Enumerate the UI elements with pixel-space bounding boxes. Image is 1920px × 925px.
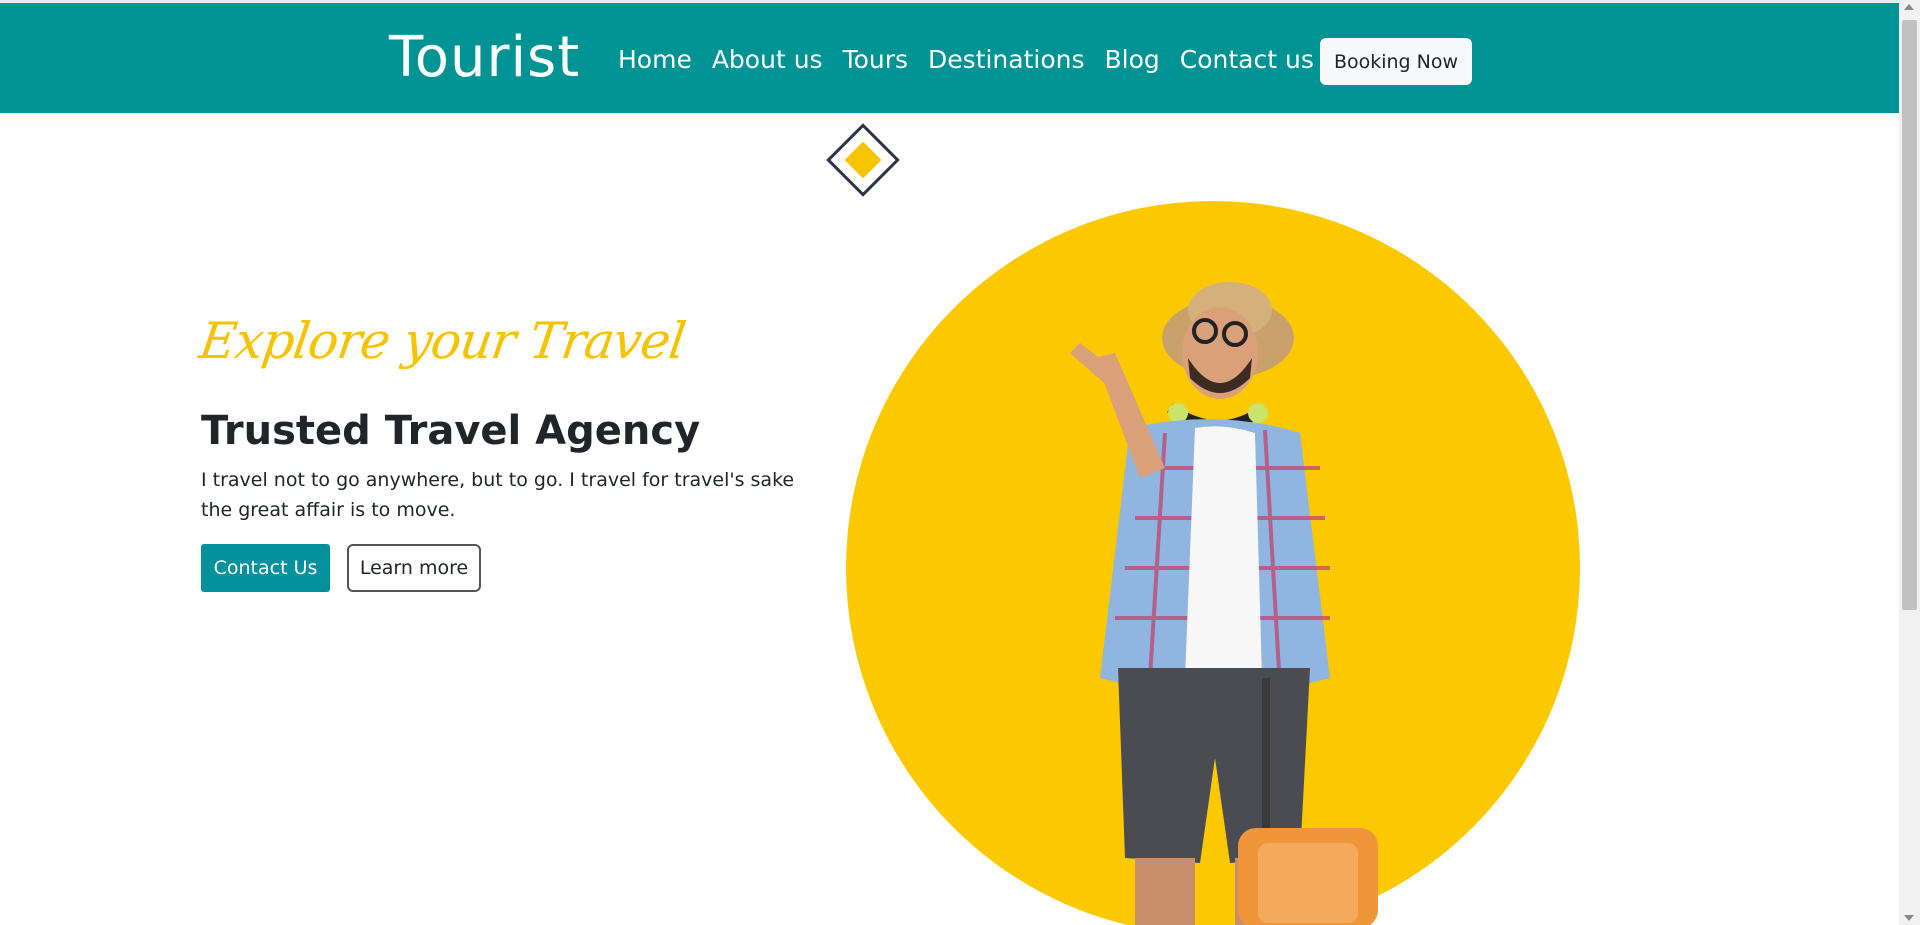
navbar: Tourist Home About us Tours Destinations…	[0, 3, 1899, 113]
nav-item-home[interactable]: Home	[618, 45, 692, 74]
scroll-up-icon[interactable]	[1904, 4, 1914, 10]
hero-lead-text: I travel not to go anywhere, but to go. …	[201, 469, 795, 521]
brand-logo[interactable]: Tourist	[389, 25, 580, 90]
nav-item-tours[interactable]: Tours	[843, 45, 908, 74]
scroll-down-icon[interactable]	[1904, 915, 1914, 921]
nav-item-about[interactable]: About us	[712, 45, 823, 74]
hero-tagline: Explore your Travel	[195, 312, 689, 370]
nav-item-contact[interactable]: Contact us	[1180, 45, 1314, 74]
hero-headline: Trusted Travel Agency	[201, 408, 701, 454]
booking-now-button[interactable]: Booking Now	[1320, 38, 1472, 85]
nav-item-destinations[interactable]: Destinations	[928, 45, 1084, 74]
diamond-icon	[826, 123, 900, 197]
contact-us-button[interactable]: Contact Us	[201, 544, 330, 592]
learn-more-button[interactable]: Learn more	[347, 544, 481, 592]
nav-item-blog[interactable]: Blog	[1105, 45, 1160, 74]
tourist-image	[1070, 282, 1378, 925]
scrollbar[interactable]	[1899, 0, 1920, 925]
navbar-shadow	[0, 113, 1899, 123]
scrollbar-thumb[interactable]	[1902, 20, 1917, 610]
page: Tourist Home About us Tours Destinations…	[0, 0, 1920, 925]
nav-links: Home About us Tours Destinations Blog Co…	[618, 45, 1334, 74]
